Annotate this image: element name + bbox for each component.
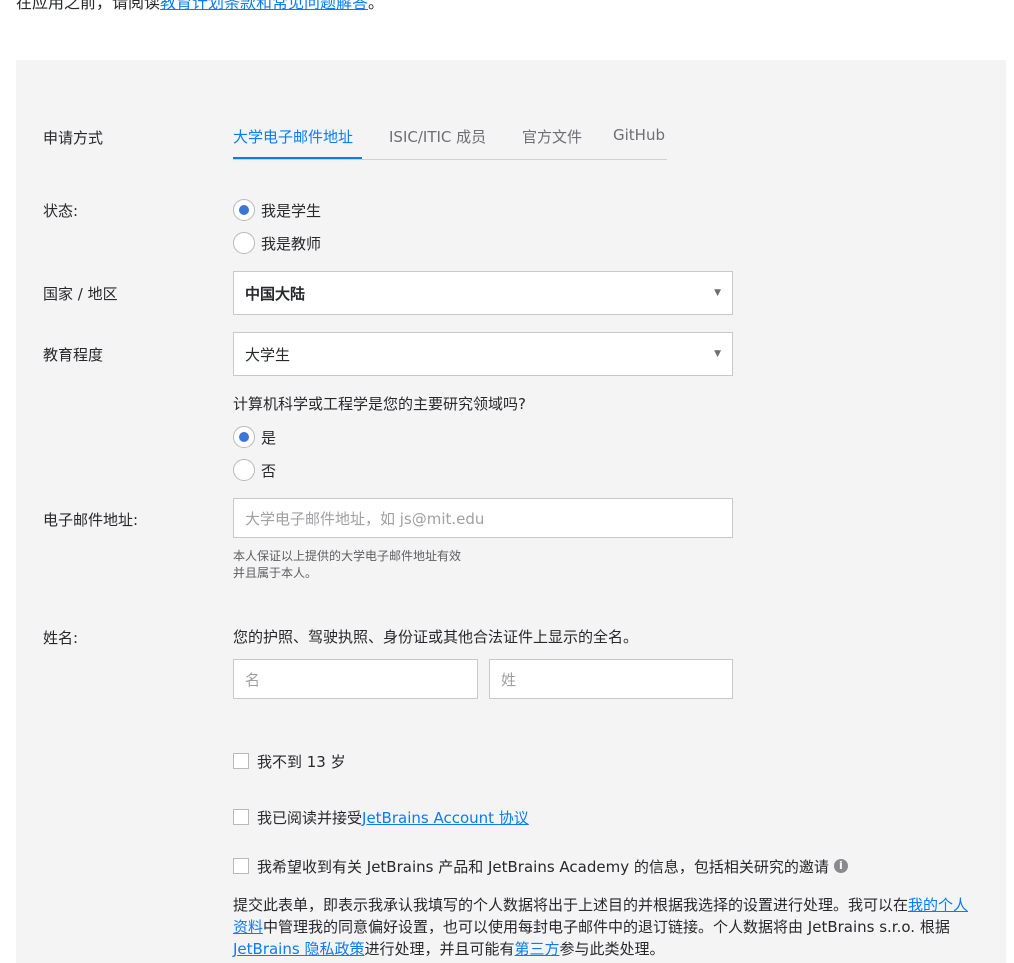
country-value: 中国大陆 [245, 284, 306, 303]
consent-text-2: 中管理我的同意偏好设置，也可以使用每封电子邮件中的退订链接。个人数据将由 Jet… [263, 918, 950, 936]
under13-checkbox-row[interactable]: 我不到 13 岁 [233, 752, 346, 771]
marketing-checkbox[interactable] [233, 858, 249, 874]
radio-cs-no-circle[interactable] [233, 459, 255, 481]
radio-student-circle[interactable] [233, 199, 255, 221]
tab-github[interactable]: GitHub [613, 126, 665, 144]
consent-text-3: 进行处理，并且可能有 [364, 940, 515, 958]
tab-official-document[interactable]: 官方文件 [522, 126, 582, 147]
info-icon[interactable]: i [833, 859, 848, 873]
intro-line: 在应用之前，请阅读教育计划条款和常见问题解答。 [16, 0, 384, 13]
email-hint: 本人保证以上提供的大学电子邮件地址有效 并且属于本人。 [233, 548, 461, 582]
radio-teacher[interactable]: 我是教师 [233, 232, 321, 254]
terms-faq-link[interactable]: 教育计划条款和常见问题解答 [160, 0, 368, 12]
first-name-field[interactable]: 名 [233, 659, 478, 699]
intro-prefix: 在应用之前，请阅读 [16, 0, 161, 12]
intro-suffix: 。 [368, 0, 385, 12]
email-label: 电子邮件地址: [43, 511, 139, 529]
third-party-link[interactable]: 第三方 [514, 940, 559, 958]
active-tab-indicator [233, 157, 362, 159]
last-name-placeholder: 姓 [501, 670, 517, 689]
chevron-down-icon: ▼ [714, 349, 721, 359]
under13-label: 我不到 13 岁 [257, 752, 346, 771]
account-agreement-link[interactable]: JetBrains Account 协议 [362, 807, 529, 828]
agreement-label: 我已阅读并接受 [257, 808, 363, 827]
education-label: 教育程度 [43, 346, 104, 364]
email-placeholder: 大学电子邮件地址，如 js@mit.edu [245, 509, 485, 528]
radio-cs-yes-label: 是 [261, 428, 277, 447]
method-tabs: 大学电子邮件地址 ISIC/ITIC 成员 官方文件 GitHub [233, 124, 667, 160]
method-label: 申请方式 [43, 129, 104, 147]
email-hint-line2: 并且属于本人。 [233, 566, 318, 580]
country-label: 国家 / 地区 [43, 285, 118, 303]
agreement-checkbox-row[interactable]: 我已阅读并接受 JetBrains Account 协议 [233, 807, 529, 828]
marketing-checkbox-row[interactable]: 我希望收到有关 JetBrains 产品和 JetBrains Academy … [233, 857, 848, 876]
radio-cs-yes-circle[interactable] [233, 426, 255, 448]
tab-university-email[interactable]: 大学电子邮件地址 [233, 126, 353, 147]
education-value: 大学生 [245, 345, 291, 364]
tab-isic-itic[interactable]: ISIC/ITIC 成员 [389, 126, 486, 147]
consent-text: 提交此表单，即表示我承认我填写的个人数据将出于上述目的并根据我选择的设置进行处理… [233, 894, 973, 960]
name-note: 您的护照、驾驶执照、身份证或其他合法证件上显示的全名。 [233, 628, 639, 646]
under13-checkbox[interactable] [233, 753, 249, 769]
last-name-field[interactable]: 姓 [489, 659, 733, 699]
radio-cs-no[interactable]: 否 [233, 459, 276, 481]
name-label: 姓名: [43, 629, 79, 647]
consent-text-4: 参与此类处理。 [559, 940, 665, 958]
first-name-placeholder: 名 [245, 670, 261, 689]
consent-text-1: 提交此表单，即表示我承认我填写的个人数据将出于上述目的并根据我选择的设置进行处理… [233, 896, 909, 914]
radio-teacher-circle[interactable] [233, 232, 255, 254]
country-select[interactable]: 中国大陆 ▼ [233, 271, 733, 315]
agreement-checkbox[interactable] [233, 809, 249, 825]
status-label: 状态: [43, 202, 79, 220]
chevron-down-icon: ▼ [714, 288, 721, 298]
radio-cs-yes[interactable]: 是 [233, 426, 276, 448]
marketing-label: 我希望收到有关 JetBrains 产品和 JetBrains Academy … [257, 857, 829, 876]
radio-cs-no-label: 否 [261, 461, 277, 480]
radio-teacher-label: 我是教师 [261, 234, 322, 253]
radio-student-label: 我是学生 [261, 201, 322, 220]
education-select[interactable]: 大学生 ▼ [233, 332, 733, 376]
cs-question: 计算机科学或工程学是您的主要研究领域吗? [233, 395, 526, 413]
email-hint-line1: 本人保证以上提供的大学电子邮件地址有效 [233, 549, 462, 563]
email-field[interactable]: 大学电子邮件地址，如 js@mit.edu [233, 498, 733, 538]
privacy-policy-link[interactable]: JetBrains 隐私政策 [233, 940, 364, 958]
radio-student[interactable]: 我是学生 [233, 199, 321, 221]
